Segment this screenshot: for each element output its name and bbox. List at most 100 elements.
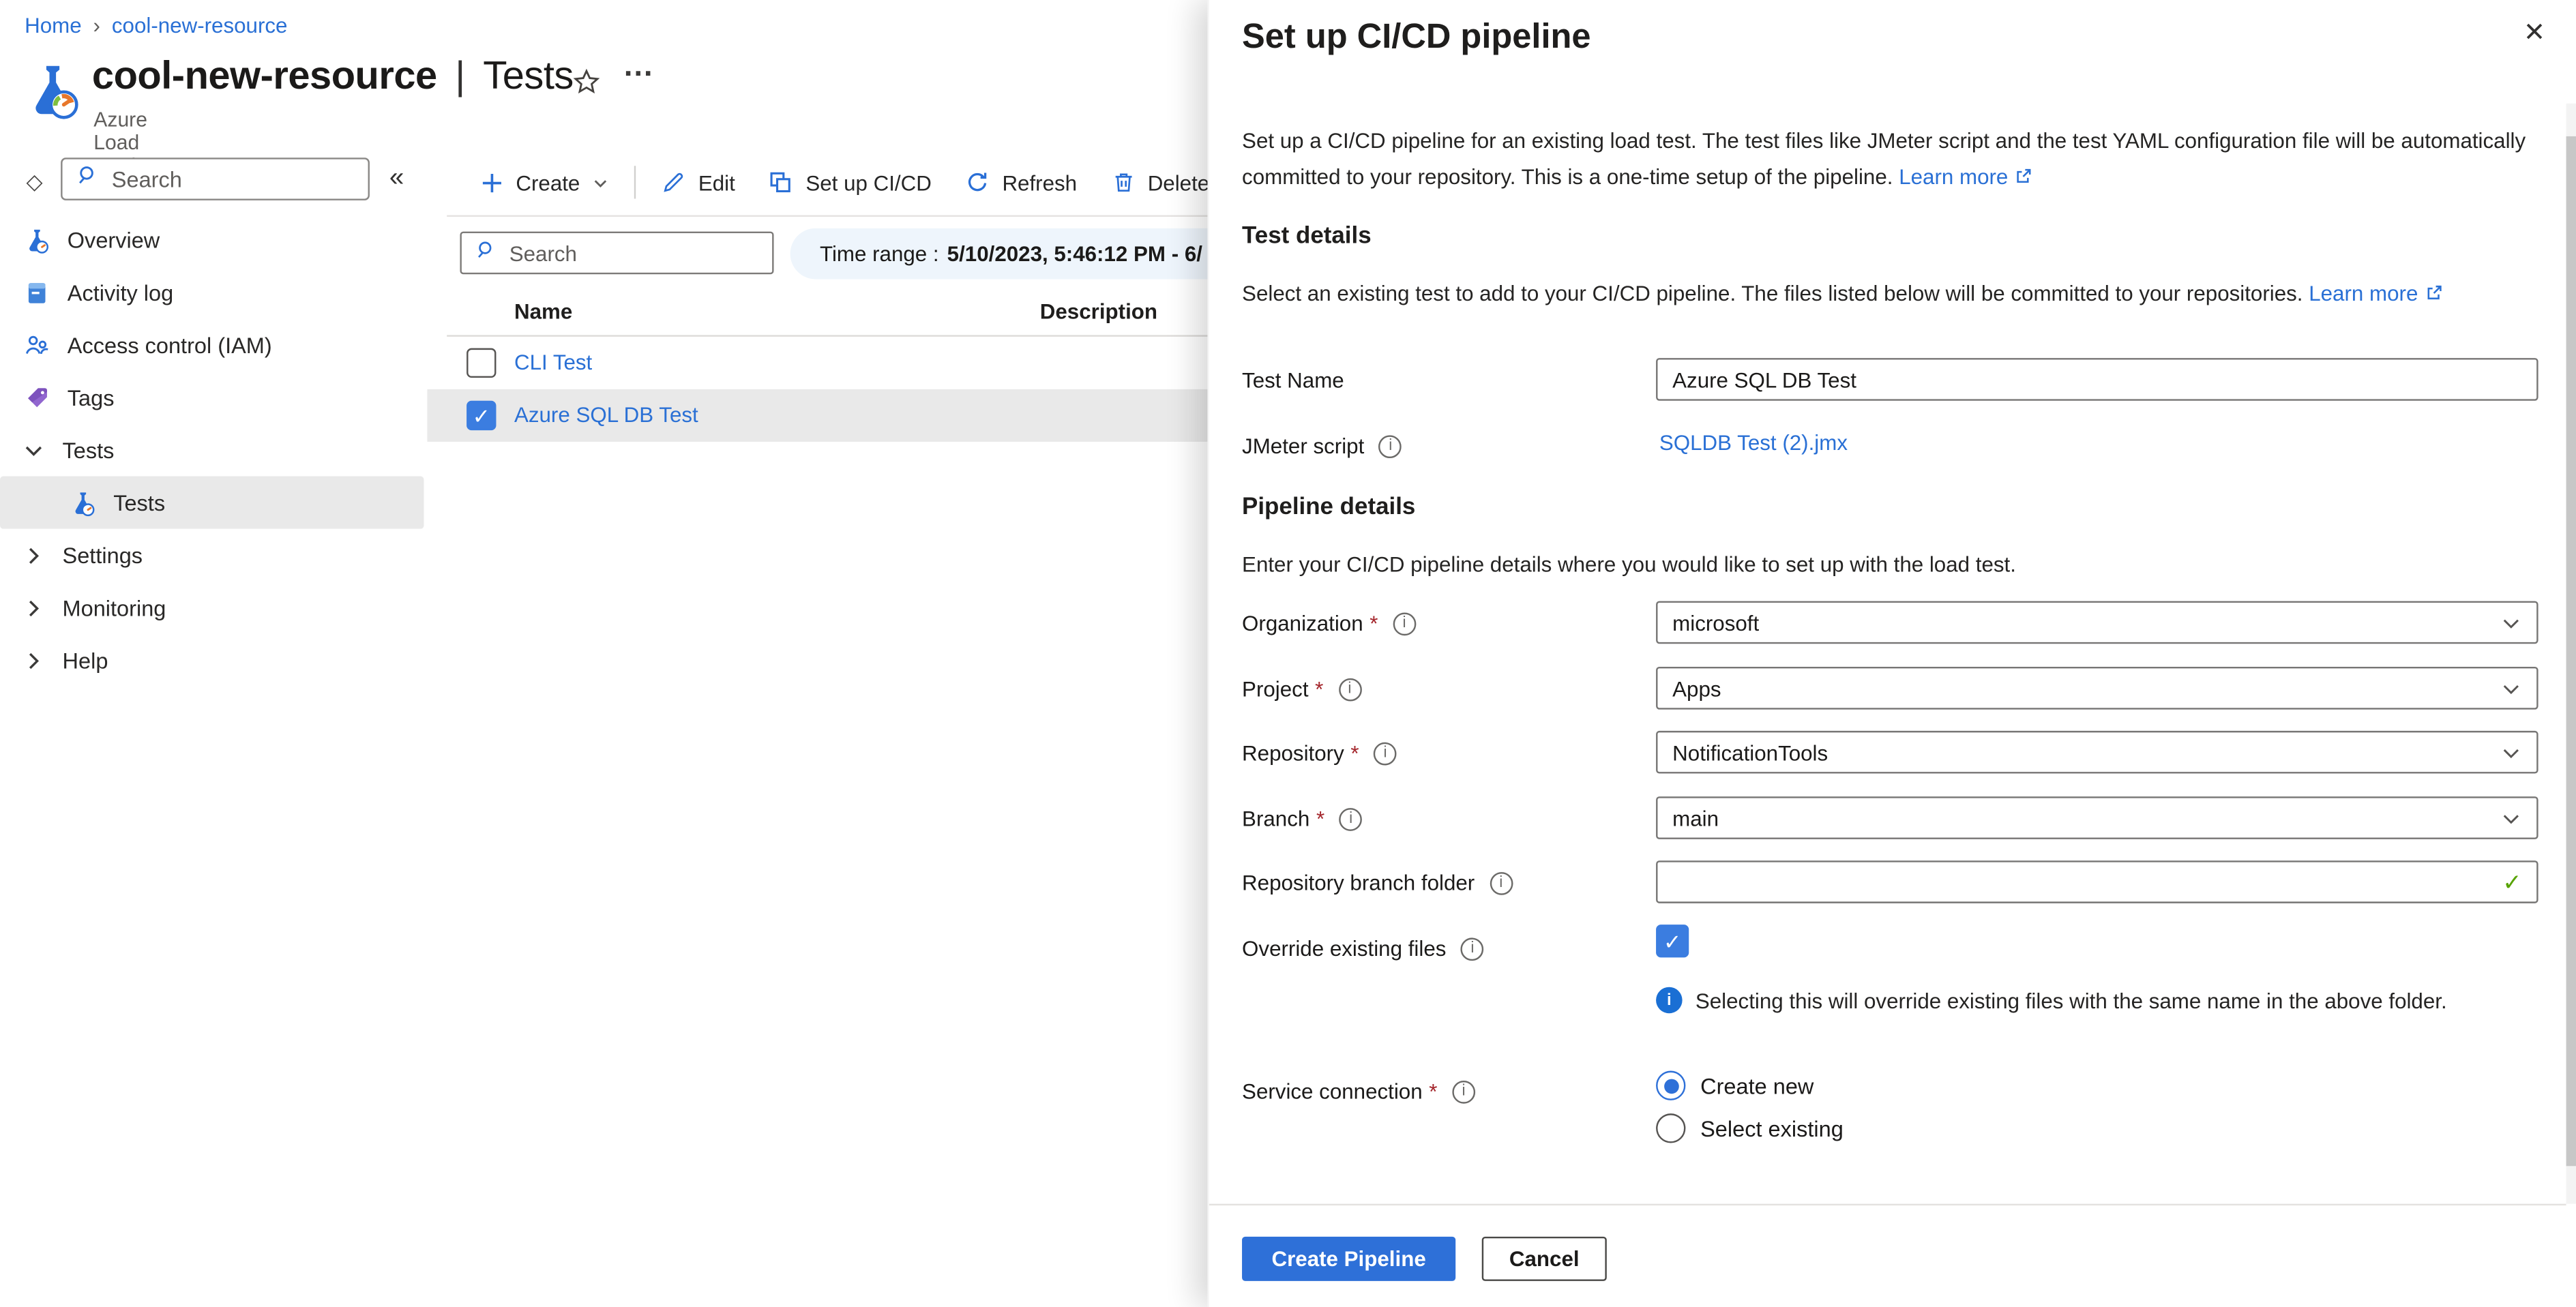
service-connection-radio-select-existing[interactable] bbox=[1656, 1113, 1685, 1143]
page-title: cool-new-resource|Tests bbox=[92, 54, 574, 100]
sidebar-item-tags[interactable]: Tags bbox=[0, 371, 427, 423]
external-link-icon bbox=[2013, 162, 2034, 197]
refresh-button[interactable]: Refresh bbox=[948, 169, 1093, 196]
sidebar-item-access-control-iam[interactable]: Access control (IAM) bbox=[0, 318, 427, 371]
repository-branch-folder-label: Repository branch folderi bbox=[1242, 871, 1513, 895]
override-existing-files-label: Override existing filesi bbox=[1242, 936, 1484, 961]
chevron-down-icon bbox=[2500, 807, 2521, 828]
branch-label: Branch*i bbox=[1242, 807, 1362, 831]
project-label: Project*i bbox=[1242, 676, 1361, 701]
close-icon[interactable]: ✕ bbox=[2523, 16, 2545, 49]
refresh-icon bbox=[964, 169, 991, 196]
more-options-icon[interactable]: … bbox=[623, 49, 655, 85]
breadcrumb-home-link[interactable]: Home bbox=[25, 13, 82, 37]
service-connection-radio-create-new[interactable] bbox=[1656, 1071, 1685, 1100]
trash-icon bbox=[1110, 169, 1136, 196]
override-existing-files-checkbox[interactable]: ✓ bbox=[1656, 925, 1689, 957]
chevron-right-icon bbox=[23, 650, 44, 671]
breadcrumb: Home › cool-new-resource bbox=[25, 13, 287, 37]
panel-scrollbar-thumb[interactable] bbox=[2566, 136, 2576, 1166]
chevron-down-icon bbox=[2500, 678, 2521, 699]
learn-more-link[interactable]: Learn more bbox=[2309, 281, 2418, 305]
repository-branch-folder-input[interactable] bbox=[1672, 869, 2502, 894]
plus-icon bbox=[479, 170, 504, 194]
test-list-search-input[interactable] bbox=[509, 241, 759, 265]
table-row: ✓ CLI Test bbox=[427, 337, 1207, 389]
chevron-down-icon bbox=[2500, 612, 2521, 633]
info-icon[interactable]: i bbox=[1374, 742, 1397, 765]
chevron-right-icon bbox=[23, 597, 44, 618]
flask-icon bbox=[69, 489, 97, 517]
sidebar-item-activity-log[interactable]: Activity log bbox=[0, 266, 427, 318]
test-link-azure-sql-db-test[interactable]: Azure SQL DB Test bbox=[514, 402, 698, 427]
row-checkbox[interactable]: ✓ bbox=[467, 401, 496, 430]
test-name-label: Test Name bbox=[1242, 368, 1344, 393]
panel-title: Set up CI/CD pipeline bbox=[1242, 18, 1591, 57]
sidebar-group-settings[interactable]: Settings bbox=[0, 529, 427, 582]
tag-icon bbox=[23, 383, 51, 411]
delete-test-button[interactable]: Delete test bbox=[1093, 169, 1207, 196]
chevron-right-icon: › bbox=[93, 13, 100, 37]
jmeter-file-link[interactable]: SQLDB Test (2).jmx bbox=[1659, 430, 1848, 455]
test-list-search bbox=[460, 232, 773, 275]
project-select[interactable]: Apps bbox=[1656, 667, 2538, 710]
info-icon[interactable]: i bbox=[1379, 434, 1402, 457]
override-note: i Selecting this will override existing … bbox=[1656, 987, 2447, 1014]
tests-content: Create Edit Set up CI/CD Refresh Delete … bbox=[427, 157, 1207, 1307]
repository-select[interactable]: NotificationTools bbox=[1656, 731, 2538, 774]
sidebar-group-tests[interactable]: Tests bbox=[0, 423, 427, 476]
people-icon bbox=[23, 331, 51, 359]
chevron-down-icon bbox=[2500, 742, 2521, 763]
check-icon: ✓ bbox=[473, 405, 490, 426]
test-details-description: Select an existing test to add to your C… bbox=[1242, 281, 2528, 309]
info-icon[interactable]: i bbox=[1338, 678, 1361, 701]
sidebar-group-help[interactable]: Help bbox=[0, 634, 427, 687]
search-icon bbox=[76, 162, 100, 195]
table-row: ✓ Azure SQL DB Test bbox=[427, 389, 1207, 442]
external-link-icon bbox=[2423, 282, 2444, 309]
info-icon[interactable]: i bbox=[1461, 937, 1484, 960]
toolbar-divider bbox=[634, 166, 636, 198]
test-link-cli-test[interactable]: CLI Test bbox=[514, 350, 592, 374]
breadcrumb-resource-link[interactable]: cool-new-resource bbox=[112, 13, 288, 37]
create-pipeline-button[interactable]: Create Pipeline bbox=[1242, 1237, 1455, 1281]
create-button[interactable]: Create bbox=[463, 170, 626, 194]
command-bar: Create Edit Set up CI/CD Refresh Delete … bbox=[427, 157, 1207, 207]
pipeline-details-description: Enter your CI/CD pipeline details where … bbox=[1242, 552, 2528, 576]
learn-more-link[interactable]: Learn more bbox=[1899, 164, 2008, 188]
info-icon[interactable]: i bbox=[1490, 871, 1513, 895]
row-checkbox[interactable]: ✓ bbox=[467, 348, 496, 378]
radio-label-select-existing[interactable]: Select existing bbox=[1700, 1117, 1844, 1141]
jmeter-script-label: JMeter scripti bbox=[1242, 434, 1402, 458]
info-icon[interactable]: i bbox=[1393, 612, 1416, 635]
sidebar-group-monitoring[interactable]: Monitoring bbox=[0, 582, 427, 634]
setup-cicd-button[interactable]: Set up CI/CD bbox=[752, 169, 948, 196]
test-name-input[interactable] bbox=[1672, 367, 2521, 391]
sidebar-search-input[interactable] bbox=[112, 166, 355, 191]
clone-squares-icon bbox=[768, 169, 795, 196]
column-header-description[interactable]: Description bbox=[1040, 299, 1157, 323]
favorite-star-icon[interactable] bbox=[572, 67, 601, 97]
sidebar-item-overview[interactable]: Overview bbox=[0, 213, 427, 266]
repository-label: Repository*i bbox=[1242, 740, 1397, 765]
column-header-name[interactable]: Name bbox=[514, 299, 572, 323]
info-icon[interactable]: i bbox=[1339, 807, 1363, 830]
panel-scrollbar-track bbox=[2566, 104, 2576, 1204]
check-icon: ✓ bbox=[1663, 931, 1681, 952]
edit-button[interactable]: Edit bbox=[644, 169, 752, 196]
branch-select[interactable]: main bbox=[1656, 796, 2538, 839]
organization-label: Organization*i bbox=[1242, 611, 1416, 635]
diamond-icon: ◇ bbox=[27, 169, 43, 196]
chevron-right-icon bbox=[23, 545, 44, 566]
info-icon[interactable]: i bbox=[1452, 1080, 1475, 1103]
service-connection-label: Service connection*i bbox=[1242, 1079, 1475, 1104]
cancel-button[interactable]: Cancel bbox=[1482, 1237, 1607, 1281]
radio-label-create-new[interactable]: Create new bbox=[1700, 1074, 1813, 1098]
flask-icon bbox=[23, 226, 51, 254]
time-range-filter[interactable]: Time range : 5/10/2023, 5:46:12 PM - 6/ bbox=[790, 228, 1208, 280]
collapse-sidebar-icon[interactable]: « bbox=[389, 164, 404, 194]
organization-select[interactable]: microsoft bbox=[1656, 601, 2538, 644]
test-details-heading: Test details bbox=[1242, 224, 1372, 250]
sidebar-item-tests[interactable]: Tests bbox=[0, 477, 424, 529]
setup-cicd-panel: Set up CI/CD pipeline ✕ Set up a CI/CD p… bbox=[1207, 0, 2576, 1307]
